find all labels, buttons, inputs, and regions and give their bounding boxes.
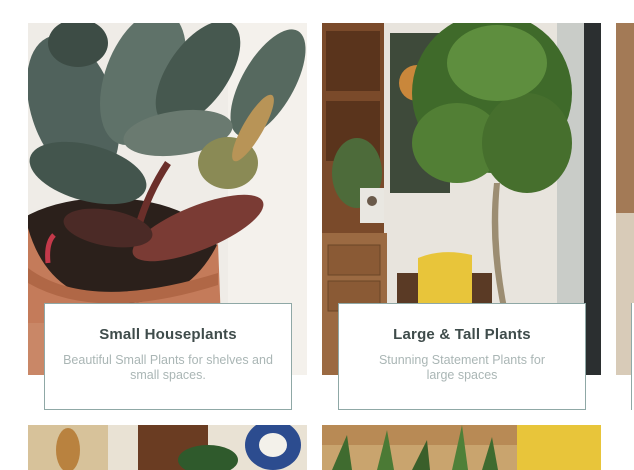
card-description: Stunning Statement Plants for large spac…	[378, 353, 546, 382]
row2-card-2[interactable]	[322, 425, 601, 470]
row2-photo-2	[322, 425, 601, 470]
card-title: Small Houseplants	[99, 326, 237, 343]
small-houseplants-caption[interactable]: Small Houseplants Beautiful Small Plants…	[44, 303, 292, 410]
card-description: Beautiful Small Plants for shelves and s…	[63, 353, 273, 382]
card-title: Large & Tall Plants	[393, 326, 531, 343]
row2-card-1[interactable]	[28, 425, 307, 470]
large-tall-plants-caption[interactable]: Large & Tall Plants Stunning Statement P…	[338, 303, 586, 410]
row2-photo-1	[28, 425, 307, 470]
